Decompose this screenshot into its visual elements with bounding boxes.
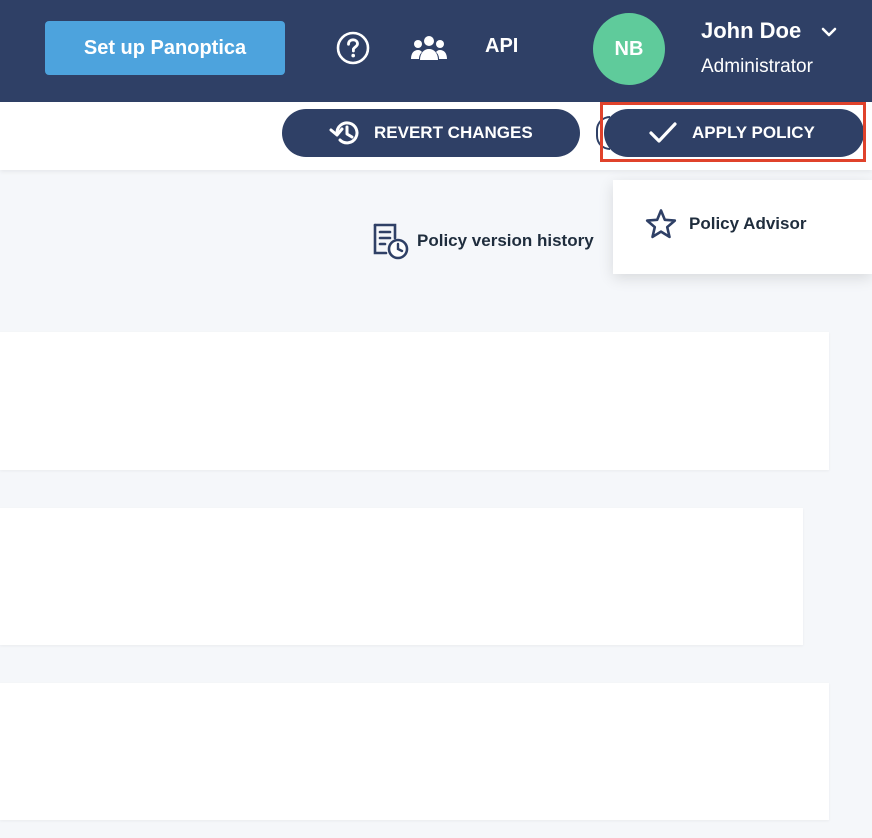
revert-changes-label: REVERT CHANGES [374,123,533,142]
content-panel [0,683,829,820]
avatar[interactable]: NB [593,13,665,85]
policy-version-history-label: Policy version history [417,231,594,250]
top-nav-bar: Set up Panoptica API NB John Doe Adminis… [0,0,872,102]
question-circle-icon[interactable] [336,31,370,65]
api-link[interactable]: API [485,35,518,58]
revert-changes-button[interactable]: REVERT CHANGES [282,109,580,157]
action-bar: REVERT CHANGES APPLY POLICY [0,102,872,170]
document-clock-icon [373,223,409,260]
content-panel [0,332,829,470]
content-panel [0,508,803,645]
menu-item-policy-advisor[interactable]: Policy Advisor [645,208,806,240]
user-name[interactable]: John Doe [701,18,801,44]
apply-policy-label: APPLY POLICY [692,123,815,142]
menu-item-label: Policy Advisor [689,214,807,233]
users-icon[interactable] [411,33,447,63]
apply-policy-button[interactable]: APPLY POLICY [604,109,864,157]
star-icon [645,209,677,239]
apply-policy-dropdown: Policy Advisor [613,180,872,274]
user-role: Administrator [701,56,813,77]
history-icon [329,121,359,145]
chevron-down-icon[interactable] [820,25,838,39]
policy-version-history-link[interactable]: Policy version history [371,222,594,260]
checkmark-icon [649,122,677,143]
setup-panoptica-button[interactable]: Set up Panoptica [45,21,285,75]
